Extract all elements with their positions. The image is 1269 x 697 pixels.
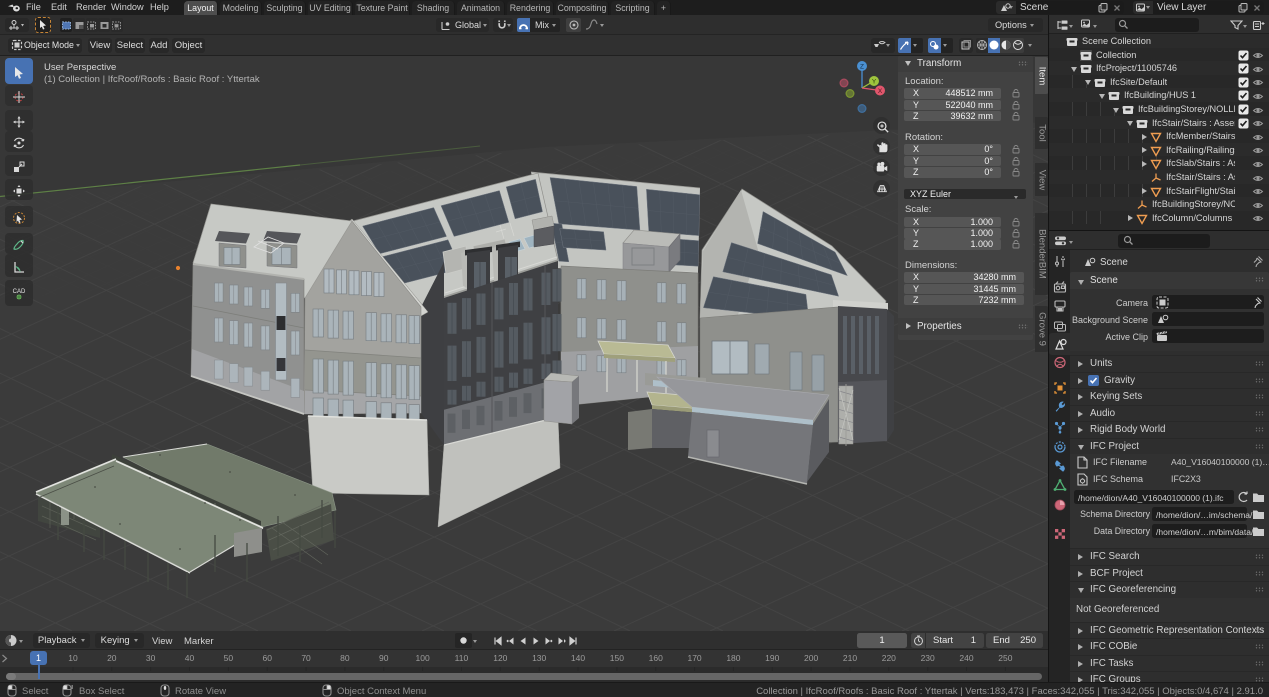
svg-text:X: X bbox=[878, 88, 883, 95]
svg-text:Z: Z bbox=[860, 64, 864, 71]
svg-text:Y: Y bbox=[872, 79, 877, 86]
svg-text:CAD: CAD bbox=[13, 289, 26, 295]
